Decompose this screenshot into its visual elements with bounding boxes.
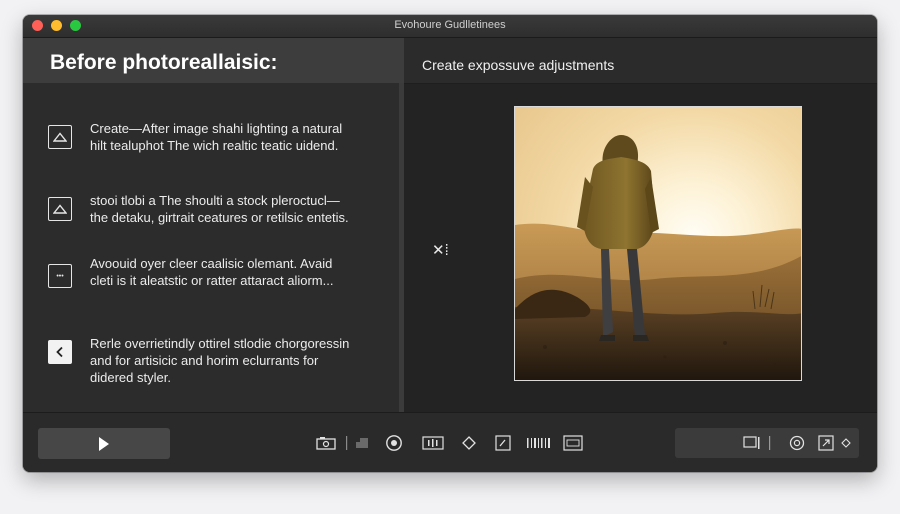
equalizer-icon[interactable] [422, 434, 444, 452]
sunset-figure-image [515, 107, 801, 380]
chevron-left-icon [48, 340, 72, 364]
preview-header: Create expossuve adjustments [404, 38, 877, 84]
play-button[interactable] [38, 428, 170, 459]
hd-badge-icon[interactable] [563, 434, 583, 452]
preview-photo [514, 106, 802, 381]
separator-icon [768, 434, 772, 452]
target-icon[interactable] [788, 434, 806, 452]
fullscreen-icon[interactable] [817, 434, 835, 452]
guideline-text: stooi tlobi a The shoulti a stock pleroc… [90, 193, 349, 225]
record-icon[interactable] [385, 434, 403, 452]
guidelines-title: Before photoreallaisic: [50, 51, 278, 74]
screen-icon[interactable] [743, 434, 761, 452]
play-icon [99, 436, 109, 451]
preview-title: Create expossuve adjustments [422, 57, 615, 73]
title-bar: Evohoure Gudlletinees [23, 15, 877, 38]
close-preview-icon[interactable]: ✕⁞ [432, 241, 449, 259]
edit-icon[interactable] [494, 434, 512, 452]
frame-icon-glyph: ••• [56, 272, 64, 280]
triangle-up-icon [48, 197, 72, 221]
barcode-icon[interactable] [526, 434, 552, 452]
guideline-text: Rerle overrietindly ottirel stlodie chor… [90, 336, 350, 385]
guideline-text: Create—After image shahi lighting a natu… [90, 121, 343, 153]
view-controls-group [675, 428, 859, 458]
triangle-up-icon [48, 125, 72, 149]
guideline-text: Avoouid oyer cleer caalisic olemant. Ava… [90, 256, 334, 288]
window-title: Evohoure Gudlletinees [394, 19, 506, 31]
diamond-small-icon[interactable] [840, 434, 852, 452]
separator-icon [344, 434, 350, 452]
camera-icon[interactable] [315, 434, 337, 452]
diamond-icon[interactable] [461, 434, 477, 452]
bookmark-icon[interactable] [354, 434, 370, 452]
preview-panel: Create expossuve adjustments ✕⁞ [404, 38, 877, 412]
guidelines-panel: Before photoreallaisic: Create—After ima… [23, 38, 404, 412]
playback-toolbar [23, 412, 877, 472]
guidelines-header: Before photoreallaisic: [23, 38, 404, 83]
frame-icon: ••• [48, 264, 72, 288]
app-window: Evohoure Gudlletinees Before photorealla… [23, 15, 877, 472]
